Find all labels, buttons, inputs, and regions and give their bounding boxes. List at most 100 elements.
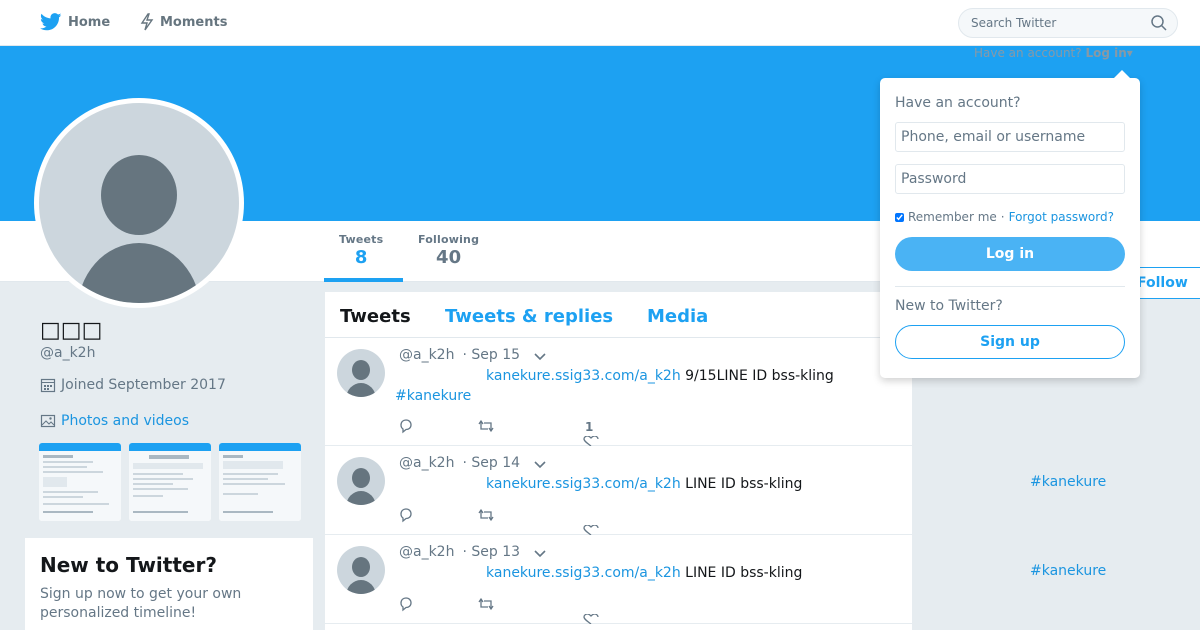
media-thumbnail[interactable]	[129, 443, 211, 521]
tweet-avatar[interactable]	[337, 457, 385, 505]
screenshot-thumbnail-image	[129, 443, 211, 521]
username-field[interactable]	[895, 122, 1125, 152]
tweet-hashtag[interactable]: #kanekure	[395, 388, 471, 404]
search-box	[958, 8, 1178, 38]
signup-button[interactable]: Sign up	[895, 325, 1125, 359]
image-icon	[40, 414, 56, 428]
screenshot-thumbnail-image	[39, 443, 121, 521]
lightning-icon	[140, 13, 154, 31]
tweet-hashtag[interactable]: #kanekure	[1030, 563, 1106, 579]
profile-name: □□□	[40, 318, 103, 343]
chevron-down-icon[interactable]	[534, 460, 546, 469]
nav-moments-label: Moments	[160, 14, 228, 30]
tweet-header: @a_k2h · Sep 13	[399, 544, 546, 560]
tweet[interactable]: @a_k2h · Sep 13 kanekure.ssig33.com/a_k2…	[325, 535, 912, 624]
password-field[interactable]	[895, 164, 1125, 194]
tweet-avatar[interactable]	[337, 349, 385, 397]
tweet-text: kanekure.ssig33.com/a_k2h 9/15LINE ID bs…	[395, 366, 895, 406]
search-icon[interactable]	[1151, 15, 1167, 31]
chevron-down-icon[interactable]	[534, 549, 546, 558]
like-count: 1	[585, 420, 594, 434]
remember-me-row: Remember me · Forgot password?	[895, 210, 1125, 224]
default-avatar-icon	[346, 360, 376, 397]
header-login-prompt: Have an account? Log in▾	[974, 46, 1133, 60]
stat-following-value: 40	[436, 247, 462, 268]
default-avatar-icon	[346, 557, 376, 594]
tab-tweets[interactable]: Tweets	[340, 306, 411, 327]
tweet-handle[interactable]: @a_k2h	[399, 347, 454, 363]
photos-videos-link[interactable]: Photos and videos	[40, 413, 189, 429]
have-account-text: Have an account?	[974, 46, 1082, 60]
chevron-down-icon[interactable]	[534, 352, 546, 361]
tweet-date[interactable]: · Sep 14	[462, 455, 520, 471]
remember-me-checkbox[interactable]	[895, 212, 904, 222]
top-navigation: Home Moments	[0, 0, 1200, 46]
joined-date: Joined September 2017	[40, 377, 226, 393]
reply-icon[interactable]	[398, 418, 414, 434]
tweet-link[interactable]: kanekure.ssig33.com/a_k2h	[486, 368, 681, 384]
tweet[interactable]: @a_k2h · Sep 15 kanekure.ssig33.com/a_k2…	[325, 338, 912, 446]
stat-following[interactable]: Following 40	[418, 233, 479, 268]
caret-down-icon: ▾	[1126, 46, 1133, 60]
stat-tweets-value: 8	[354, 247, 368, 268]
tweet-hashtag[interactable]: #kanekure	[1030, 474, 1106, 490]
search-input[interactable]	[959, 9, 1139, 37]
active-tab-indicator	[324, 278, 403, 282]
stat-tweets[interactable]: Tweets 8	[339, 233, 383, 268]
nav-home[interactable]: Home	[40, 13, 110, 31]
new-to-twitter-prompt: New to Twitter?	[895, 298, 1003, 314]
tab-media[interactable]: Media	[647, 306, 708, 327]
retweet-icon[interactable]	[477, 507, 495, 523]
stat-tweets-label: Tweets	[339, 233, 384, 246]
separator-dot: ·	[1000, 210, 1005, 224]
nav-moments[interactable]: Moments	[140, 13, 227, 31]
media-thumbnails	[39, 443, 301, 521]
forgot-password-link[interactable]: Forgot password?	[1009, 210, 1114, 224]
timeline-tabs: Tweets Tweets & replies Media	[325, 292, 912, 338]
default-avatar-icon	[346, 468, 376, 505]
tweet-avatar[interactable]	[337, 546, 385, 594]
tweet-handle[interactable]: @a_k2h	[399, 455, 454, 471]
heart-icon[interactable]	[583, 525, 599, 535]
login-toggle[interactable]: Log in▾	[1085, 46, 1132, 60]
profile-avatar[interactable]	[34, 98, 244, 308]
nav-home-label: Home	[68, 14, 111, 30]
calendar-icon	[40, 378, 56, 393]
tweet-date[interactable]: · Sep 15	[462, 347, 520, 363]
login-dropdown-title: Have an account?	[895, 95, 1021, 111]
stat-following-label: Following	[418, 233, 480, 246]
tab-tweets-replies[interactable]: Tweets & replies	[445, 306, 613, 327]
tweet[interactable]: @a_k2h · Sep 14 kanekure.ssig33.com/a_k2…	[325, 446, 912, 535]
profile-handle: @a_k2h	[40, 345, 96, 361]
tweet-text: kanekure.ssig33.com/a_k2h LINE ID bss-kl…	[395, 474, 895, 494]
tweet-body: 9/15LINE ID bss-kling	[680, 368, 834, 384]
tweet-header: @a_k2h · Sep 14	[399, 455, 546, 471]
retweet-icon[interactable]	[477, 418, 495, 434]
media-thumbnail[interactable]	[39, 443, 121, 521]
remember-me-label[interactable]: Remember me	[908, 210, 997, 224]
tweet-handle[interactable]: @a_k2h	[399, 544, 454, 560]
reply-icon[interactable]	[398, 596, 414, 612]
screenshot-thumbnail-image	[219, 443, 301, 521]
login-dropdown: Have an account? Remember me · Forgot pa…	[880, 70, 1140, 378]
heart-icon[interactable]	[583, 614, 599, 624]
tweet-body: LINE ID bss-kling	[680, 565, 803, 581]
retweet-icon[interactable]	[477, 596, 495, 612]
tweet-text: kanekure.ssig33.com/a_k2h LINE ID bss-kl…	[395, 563, 895, 583]
tweet-body: LINE ID bss-kling	[680, 476, 803, 492]
tweet-link[interactable]: kanekure.ssig33.com/a_k2h	[486, 565, 681, 581]
new-to-twitter-card: New to Twitter? Sign up now to get your …	[25, 538, 313, 630]
joined-text: Joined September 2017	[61, 377, 226, 393]
media-thumbnail[interactable]	[219, 443, 301, 521]
default-avatar-icon	[77, 155, 201, 303]
tweet-link[interactable]: kanekure.ssig33.com/a_k2h	[486, 476, 681, 492]
divider	[895, 286, 1125, 287]
reply-icon[interactable]	[398, 507, 414, 523]
tweet-date[interactable]: · Sep 13	[462, 544, 520, 560]
login-button[interactable]: Log in	[895, 237, 1125, 271]
new-to-twitter-title: New to Twitter?	[40, 553, 217, 577]
heart-icon[interactable]	[583, 436, 599, 446]
photos-videos-label: Photos and videos	[61, 413, 190, 429]
twitter-bird-icon	[40, 13, 62, 31]
tweet-header: @a_k2h · Sep 15	[399, 347, 546, 363]
